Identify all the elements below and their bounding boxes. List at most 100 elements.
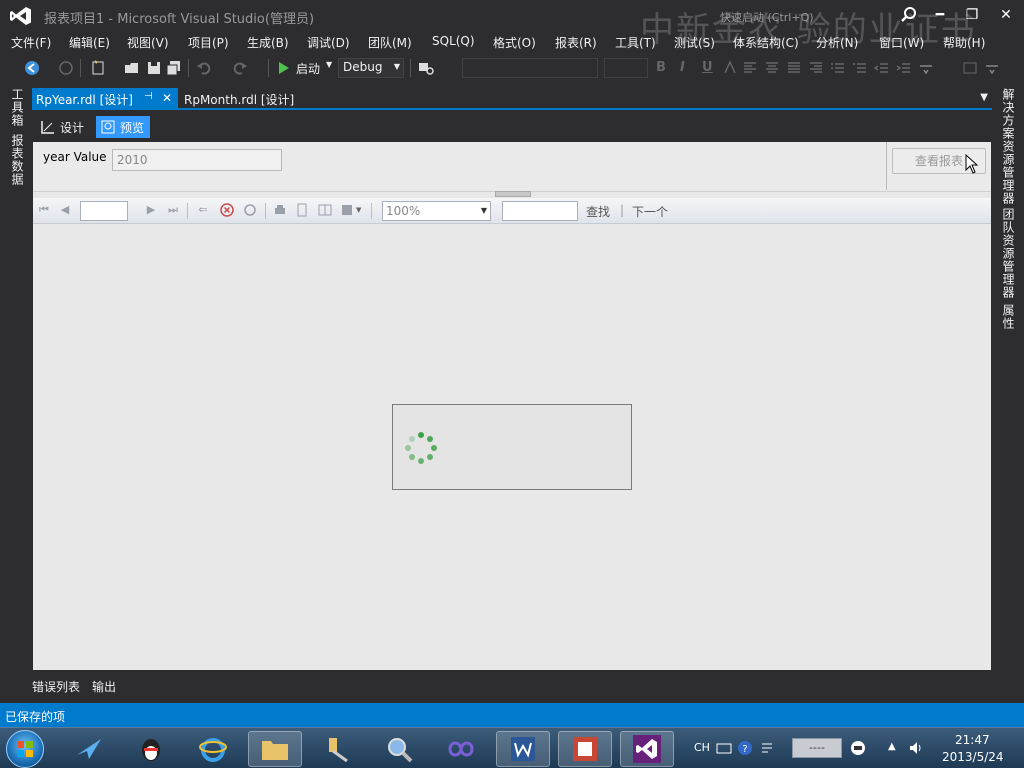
- first-page-icon[interactable]: ⏮: [37, 203, 51, 217]
- team-explorer-tab[interactable]: 团队资源管理器: [1000, 208, 1017, 299]
- year-param-input[interactable]: 2010: [112, 149, 282, 171]
- volume-icon[interactable]: [908, 740, 924, 756]
- underline-button[interactable]: U: [702, 60, 713, 75]
- menu-edit[interactable]: 编辑(E): [69, 34, 110, 51]
- stop-rendering-icon[interactable]: [220, 203, 234, 217]
- parameters-collapse-handle[interactable]: [495, 191, 531, 197]
- close-button[interactable]: ✕: [994, 4, 1018, 26]
- clock-date[interactable]: 2013/5/24: [942, 750, 1004, 764]
- align-right-icon[interactable]: [808, 60, 824, 76]
- italic-button[interactable]: I: [680, 60, 685, 75]
- increase-indent-icon[interactable]: [896, 60, 912, 76]
- solution-explorer-tab[interactable]: 解决方案资源管理器: [1000, 88, 1017, 205]
- search-icon[interactable]: [900, 6, 918, 24]
- minimize-button[interactable]: ━: [928, 4, 952, 26]
- find-button[interactable]: 查找: [586, 203, 610, 220]
- start-button[interactable]: [6, 730, 44, 768]
- toolbox-tab[interactable]: 工具箱: [9, 88, 26, 127]
- menu-format[interactable]: 格式(O): [493, 34, 536, 51]
- numbered-list-icon[interactable]: [830, 60, 846, 76]
- new-project-icon[interactable]: [90, 60, 106, 76]
- ime-toolbar-box[interactable]: ----: [792, 738, 842, 758]
- back-icon[interactable]: [24, 60, 40, 76]
- back-to-parent-icon[interactable]: ⇐: [196, 203, 210, 217]
- page-setup-icon[interactable]: [318, 203, 332, 217]
- properties-tab[interactable]: 属性: [1000, 304, 1017, 330]
- font-color-icon[interactable]: [722, 60, 738, 76]
- bullet-list-icon[interactable]: [852, 60, 868, 76]
- save-all-icon[interactable]: [166, 60, 182, 76]
- export-icon[interactable]: [341, 203, 355, 217]
- bold-button[interactable]: B: [656, 60, 666, 75]
- show-hidden-icons-icon[interactable]: ▲: [888, 741, 896, 752]
- pin-icon[interactable]: ⊣: [144, 91, 153, 102]
- print-icon[interactable]: [273, 203, 287, 217]
- tab-rpyear[interactable]: RpYear.rdl [设计] ⊣ ✕: [32, 88, 178, 110]
- menu-sql[interactable]: SQL(Q): [432, 34, 475, 48]
- page-number-input[interactable]: [80, 201, 128, 221]
- menu-file[interactable]: 文件(F): [11, 34, 51, 51]
- open-file-icon[interactable]: [124, 60, 140, 76]
- menu-project[interactable]: 项目(P): [188, 34, 229, 51]
- chevron-down-icon[interactable]: ▼: [356, 206, 361, 214]
- decrease-indent-icon[interactable]: [874, 60, 890, 76]
- font-size-dropdown[interactable]: [604, 58, 648, 78]
- menu-view[interactable]: 视图(V): [127, 34, 169, 51]
- tab-design[interactable]: 设计: [36, 116, 90, 138]
- layout-icon[interactable]: [962, 60, 978, 76]
- solution-config-dropdown[interactable]: Debug ▼: [338, 58, 404, 78]
- taskbar-ie-icon[interactable]: [186, 731, 240, 767]
- align-left-icon[interactable]: [742, 60, 758, 76]
- taskbar-feiq-icon[interactable]: [62, 731, 116, 767]
- forward-icon[interactable]: [58, 60, 74, 76]
- menu-architecture[interactable]: 体系结构(C): [733, 34, 799, 51]
- menu-help[interactable]: 帮助(H): [943, 34, 985, 51]
- input-language-indicator[interactable]: CH: [694, 741, 710, 754]
- menu-debug[interactable]: 调试(D): [307, 34, 350, 51]
- menu-window[interactable]: 窗口(W): [879, 34, 924, 51]
- next-page-icon[interactable]: ▶: [144, 203, 158, 217]
- error-list-tab[interactable]: 错误列表: [32, 678, 80, 695]
- keyboard-icon[interactable]: [716, 740, 732, 756]
- font-name-dropdown[interactable]: [462, 58, 598, 78]
- help-icon[interactable]: ?: [737, 740, 753, 756]
- toolbar-overflow-icon[interactable]: [984, 60, 1000, 76]
- save-icon[interactable]: [146, 60, 162, 76]
- menu-team[interactable]: 团队(M): [368, 34, 412, 51]
- refresh-icon[interactable]: [243, 203, 257, 217]
- output-tab[interactable]: 输出: [92, 678, 116, 695]
- close-tab-icon[interactable]: ✕: [162, 91, 172, 105]
- taskbar-explorer-icon[interactable]: [248, 731, 302, 767]
- find-text-input[interactable]: [502, 201, 578, 221]
- toolbar-overflow-icon[interactable]: [918, 60, 934, 76]
- undo-icon[interactable]: [196, 60, 212, 76]
- taskbar-qq-icon[interactable]: [124, 731, 178, 767]
- menu-report[interactable]: 报表(R): [555, 34, 597, 51]
- tab-rpmonth[interactable]: RpMonth.rdl [设计]: [180, 88, 298, 110]
- clock-time[interactable]: 21:47: [955, 733, 990, 747]
- taskbar-word-icon[interactable]: [496, 731, 550, 767]
- zoom-dropdown[interactable]: 100% ▼: [382, 201, 491, 221]
- taskbar-sql-profiler-icon[interactable]: [372, 731, 426, 767]
- previous-page-icon[interactable]: ◀: [58, 203, 72, 217]
- menu-build[interactable]: 生成(B): [247, 34, 289, 51]
- align-justify-icon[interactable]: [786, 60, 802, 76]
- tab-preview[interactable]: 预览: [96, 116, 151, 138]
- taskbar-visual-studio-icon[interactable]: [620, 731, 674, 767]
- last-page-icon[interactable]: ⏭: [166, 203, 180, 217]
- taskbar-sql-tools-icon[interactable]: [310, 731, 364, 767]
- report-data-tab[interactable]: 报表数据: [9, 134, 26, 186]
- print-layout-icon[interactable]: [295, 203, 309, 217]
- menu-tools[interactable]: 工具(T): [615, 34, 656, 51]
- taskbar-vs-infinity-icon[interactable]: [434, 731, 488, 767]
- taskbar-powerpoint-icon[interactable]: [558, 731, 612, 767]
- menu-analyze[interactable]: 分析(N): [816, 34, 858, 51]
- find-in-files-icon[interactable]: [418, 60, 434, 76]
- redo-icon[interactable]: [232, 60, 248, 76]
- restore-button[interactable]: ❐: [960, 4, 984, 26]
- ime-settings-icon[interactable]: [759, 740, 775, 756]
- menu-test[interactable]: 测试(S): [674, 34, 715, 51]
- quick-launch-input[interactable]: 快速启动 (Ctrl+Q): [720, 9, 814, 25]
- find-next-button[interactable]: 下一个: [632, 203, 668, 220]
- power-plug-icon[interactable]: [850, 740, 866, 756]
